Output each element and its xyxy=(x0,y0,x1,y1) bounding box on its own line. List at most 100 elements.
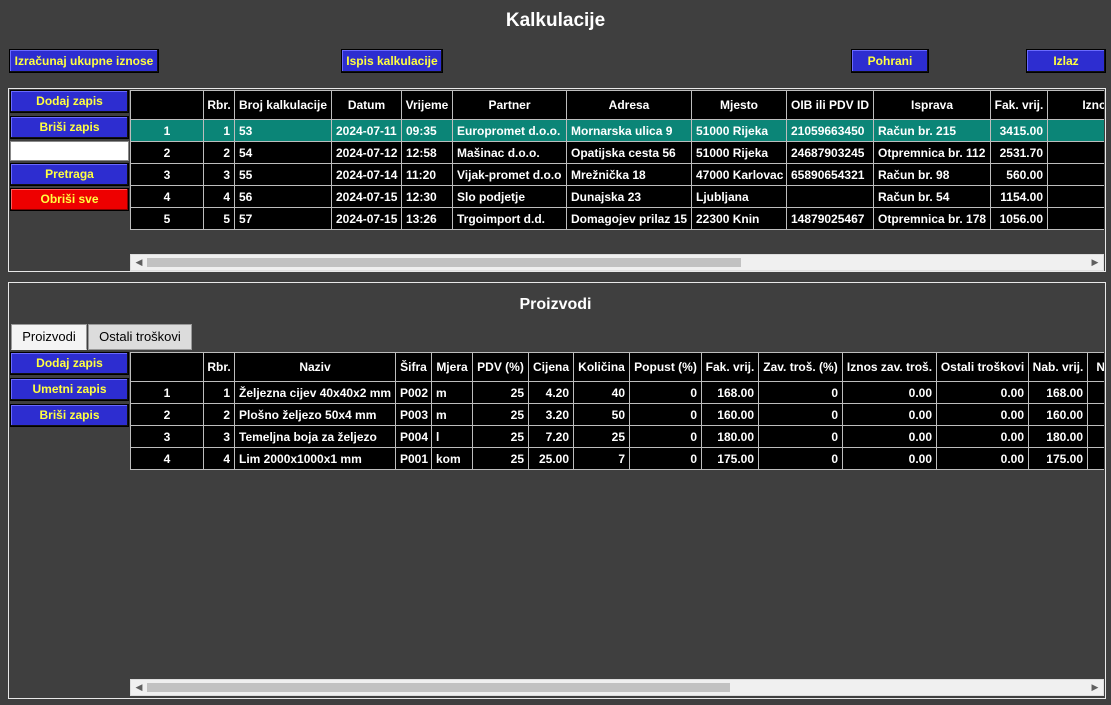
product-cell[interactable]: 4 xyxy=(130,447,204,470)
calc-cell[interactable] xyxy=(1047,141,1104,164)
calc-row[interactable]: 3 3 55 2024-07-14 11:20 Vijak-promet d.o.o Mre… xyxy=(130,163,1104,186)
product-cell[interactable]: 1 xyxy=(203,381,235,404)
product-cell[interactable]: 168.00 xyxy=(1028,381,1088,404)
calc-cell[interactable]: 1 xyxy=(203,119,235,142)
calc-cell[interactable]: Mornarska ulica 9 xyxy=(566,119,692,142)
calc-cell[interactable]: 2531.70 xyxy=(990,141,1048,164)
calc-cell[interactable]: 65890654321 xyxy=(786,163,874,186)
calc-cell[interactable]: Mašinac d.o.o. xyxy=(452,141,567,164)
calc-cell[interactable]: Europromet d.o.o. xyxy=(452,119,567,142)
calculate-totals-button[interactable]: Izračunaj ukupne iznose xyxy=(9,49,159,73)
product-cell[interactable]: 3.20 xyxy=(528,403,574,426)
product-cell[interactable]: 0 xyxy=(629,447,702,470)
calc-cell[interactable]: 3415.00 xyxy=(990,119,1048,142)
calc-cell[interactable]: 12:58 xyxy=(401,141,453,164)
calc-cell[interactable]: 4 xyxy=(203,185,235,208)
calc-cell[interactable]: Otpremnica br. 112 xyxy=(873,141,991,164)
product-header-cell[interactable]: PDV (%) xyxy=(472,352,529,382)
calc-cell[interactable]: 54 xyxy=(234,141,332,164)
calc-header-cell[interactable]: Rbr. xyxy=(203,90,235,120)
scroll-right-icon[interactable]: ▶ xyxy=(1087,680,1103,695)
calc-cell[interactable]: 4 xyxy=(130,185,204,208)
product-cell[interactable]: Plošno željezo 50x4 mm xyxy=(234,403,396,426)
calc-header-cell[interactable]: Partner xyxy=(452,90,567,120)
calc-cell[interactable]: 2024-07-12 xyxy=(331,141,402,164)
calc-cell[interactable]: Vijak-promet d.o.o xyxy=(452,163,567,186)
product-cell[interactable]: 0.00 xyxy=(842,447,937,470)
calc-cell[interactable]: 560.00 xyxy=(990,163,1048,186)
calc-cell[interactable]: 12:30 xyxy=(401,185,453,208)
calc-cell[interactable]: Dunajska 23 xyxy=(566,185,692,208)
product-cell[interactable]: P001 xyxy=(395,447,432,470)
add-product-button[interactable]: Dodaj zapis xyxy=(10,352,129,375)
calc-cell[interactable]: Opatijska cesta 56 xyxy=(566,141,692,164)
calc-cell[interactable]: 5 xyxy=(203,207,235,230)
product-cell[interactable]: 3 xyxy=(203,425,235,448)
calc-header-cell[interactable]: OIB ili PDV ID xyxy=(786,90,874,120)
add-record-button[interactable]: Dodaj zapis xyxy=(10,90,129,113)
calc-cell[interactable]: 2 xyxy=(130,141,204,164)
calc-cell[interactable]: 2 xyxy=(203,141,235,164)
product-cell[interactable]: Temeljna boja za željezo xyxy=(234,425,396,448)
product-header-cell[interactable]: Fak. vrij. xyxy=(701,352,759,382)
calc-cell[interactable]: Ljubljana xyxy=(691,185,787,208)
product-cell[interactable]: 0 xyxy=(629,425,702,448)
product-header-cell[interactable]: Na xyxy=(1087,352,1104,382)
calc-cell[interactable]: Račun br. 98 xyxy=(873,163,991,186)
calc-cell[interactable]: 53 xyxy=(234,119,332,142)
calc-cell[interactable]: 21059663450 xyxy=(786,119,874,142)
product-cell[interactable]: 25 xyxy=(472,403,529,426)
product-cell[interactable]: m xyxy=(431,403,473,426)
product-cell[interactable]: 7 xyxy=(573,447,630,470)
search-input[interactable] xyxy=(10,141,129,161)
calc-cell[interactable]: 14879025467 xyxy=(786,207,874,230)
product-row[interactable]: 3 3 Temeljna boja za željezo P004 l 25 7.20 25 0… xyxy=(130,425,1104,448)
insert-product-button[interactable]: Umetni zapis xyxy=(10,378,129,401)
calc-header-cell[interactable]: Fak. vrij. xyxy=(990,90,1048,120)
product-cell[interactable] xyxy=(1087,447,1104,470)
calc-cell[interactable]: 1 xyxy=(130,119,204,142)
product-cell[interactable]: 180.00 xyxy=(1028,425,1088,448)
product-cell[interactable]: 0 xyxy=(758,447,843,470)
calc-row[interactable]: 4 4 56 2024-07-15 12:30 Slo podjetje Dunajska … xyxy=(130,185,1104,208)
calc-cell[interactable]: Račun br. 54 xyxy=(873,185,991,208)
tab-other-costs[interactable]: Ostali troškovi xyxy=(88,324,192,350)
product-row[interactable]: 1 1 Željezna cijev 40x40x2 mm P002 m 25 4.20 40… xyxy=(130,381,1104,404)
product-cell[interactable]: 7.20 xyxy=(528,425,574,448)
calc-cell[interactable] xyxy=(1047,163,1104,186)
calc-cell[interactable]: 3 xyxy=(203,163,235,186)
product-cell[interactable]: Željezna cijev 40x40x2 mm xyxy=(234,381,396,404)
product-cell[interactable]: 160.00 xyxy=(1028,403,1088,426)
exit-button[interactable]: Izlaz xyxy=(1026,49,1106,73)
product-cell[interactable]: 25 xyxy=(472,447,529,470)
calc-header-cell[interactable] xyxy=(130,90,204,120)
clear-all-button[interactable]: Obriši sve xyxy=(10,188,129,211)
calc-cell[interactable] xyxy=(786,185,874,208)
product-cell[interactable] xyxy=(1087,403,1104,426)
product-cell[interactable]: 40 xyxy=(573,381,630,404)
calc-header-cell[interactable]: Broj kalkulacije xyxy=(234,90,332,120)
product-cell[interactable]: 1 xyxy=(130,381,204,404)
delete-record-button[interactable]: Briši zapis xyxy=(10,116,129,139)
calc-cell[interactable]: 51000 Rijeka xyxy=(691,141,787,164)
save-button[interactable]: Pohrani xyxy=(851,49,929,73)
calc-cell[interactable]: Domagojev prilaz 15 xyxy=(566,207,692,230)
product-header-cell[interactable]: Mjera xyxy=(431,352,473,382)
product-cell[interactable]: P003 xyxy=(395,403,432,426)
calc-header-cell[interactable]: Datum xyxy=(331,90,402,120)
calc-cell[interactable]: Slo podjetje xyxy=(452,185,567,208)
calc-cell[interactable] xyxy=(1047,119,1104,142)
product-cell[interactable]: 25 xyxy=(472,381,529,404)
product-cell[interactable]: Lim 2000x1000x1 mm xyxy=(234,447,396,470)
calc-header-cell[interactable]: Isprava xyxy=(873,90,991,120)
product-cell[interactable] xyxy=(1087,381,1104,404)
product-header-cell[interactable]: Šifra xyxy=(395,352,432,382)
calc-header-cell[interactable]: Vrijeme xyxy=(401,90,453,120)
calc-cell[interactable]: 57 xyxy=(234,207,332,230)
calc-cell[interactable]: Trgoimport d.d. xyxy=(452,207,567,230)
calc-cell[interactable]: 2024-07-11 xyxy=(331,119,402,142)
product-cell[interactable]: 0.00 xyxy=(936,381,1029,404)
product-cell[interactable]: 160.00 xyxy=(701,403,759,426)
calc-cell[interactable]: 56 xyxy=(234,185,332,208)
product-cell[interactable]: 0 xyxy=(629,381,702,404)
